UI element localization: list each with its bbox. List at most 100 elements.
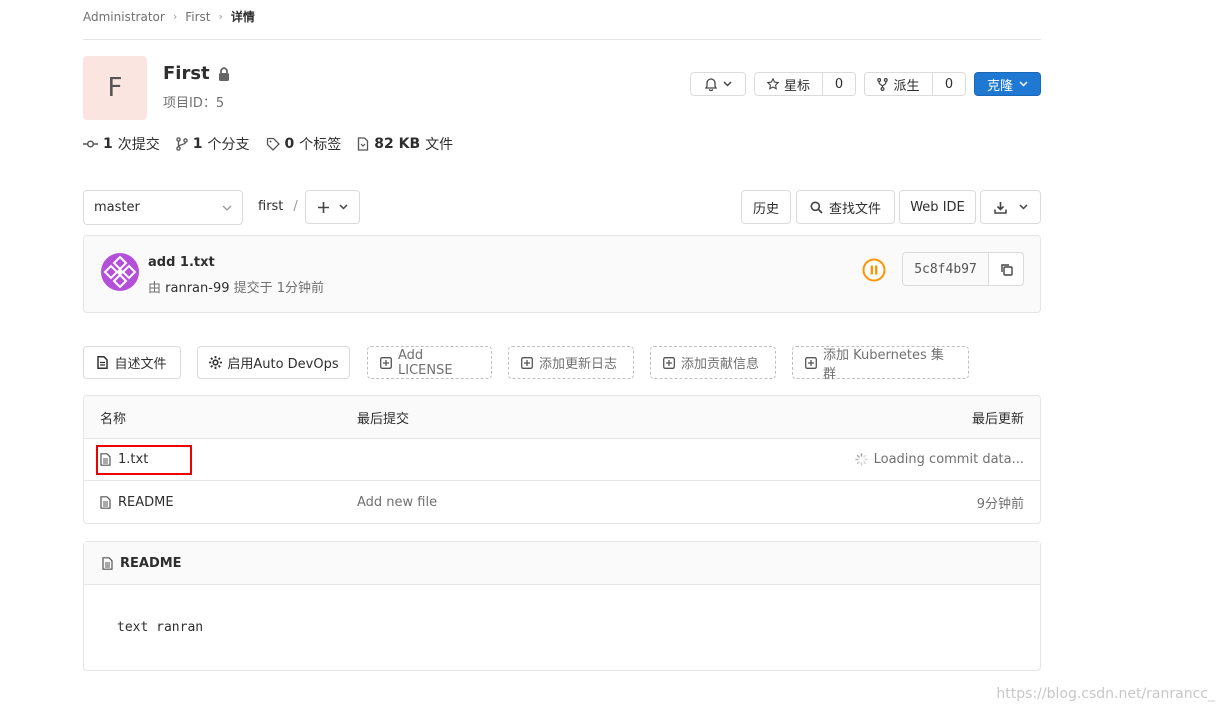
- history-button[interactable]: 历史: [741, 190, 791, 224]
- add-changelog-button[interactable]: 添加更新日志: [508, 346, 634, 379]
- fork-icon: [877, 77, 889, 91]
- readme-panel: README text ranran: [83, 541, 1041, 671]
- gear-icon: [208, 355, 223, 370]
- file-last-update: 9分钟前: [976, 496, 1024, 512]
- chevron-down-icon: [722, 81, 732, 87]
- download-dropdown[interactable]: [980, 190, 1041, 224]
- commit-sha-group: 5c8f4b97: [902, 252, 1024, 286]
- file-icon: [102, 556, 113, 570]
- chevron-down-icon: [222, 205, 232, 211]
- search-icon: [810, 201, 823, 214]
- download-icon: [993, 201, 1007, 214]
- star-count[interactable]: 0: [823, 73, 855, 95]
- star-label: 星标: [783, 78, 810, 94]
- add-contributing-label: 添加贡献信息: [681, 357, 760, 372]
- clone-button[interactable]: 克隆: [974, 72, 1041, 96]
- chevron-down-icon: [1018, 204, 1028, 210]
- path-separator: /: [293, 199, 298, 214]
- readme-shortcut-button[interactable]: 自述文件: [83, 346, 181, 379]
- user-avatar[interactable]: [100, 252, 140, 292]
- fork-count[interactable]: 0: [933, 73, 965, 95]
- add-kubernetes-button[interactable]: 添加 Kubernetes 集群: [792, 346, 969, 382]
- bell-icon: [704, 77, 717, 91]
- star-button[interactable]: 星标 0: [754, 72, 856, 96]
- find-file-button[interactable]: 查找文件: [796, 190, 895, 224]
- plus-icon: [317, 201, 329, 213]
- repo-path: first /: [258, 199, 298, 214]
- path-root-link[interactable]: first: [258, 199, 283, 214]
- divider: [83, 39, 1041, 40]
- copy-sha-button[interactable]: [989, 253, 1023, 285]
- add-contributing-button[interactable]: 添加贡献信息: [650, 346, 776, 379]
- fork-label: 派生: [893, 78, 920, 94]
- branch-select[interactable]: master: [83, 190, 243, 225]
- tag-icon: [266, 137, 280, 151]
- watermark: https://blog.csdn.net/ranrancc_: [996, 686, 1215, 702]
- last-commit-panel: [83, 235, 1041, 313]
- readme-content: text ranran: [117, 620, 204, 635]
- breadcrumb-item-first[interactable]: First: [185, 10, 210, 24]
- branches-link[interactable]: 1 个分支: [175, 134, 250, 154]
- add-file-dropdown[interactable]: [305, 190, 360, 224]
- add-kubernetes-label: 添加 Kubernetes 集群: [823, 347, 944, 382]
- col-name-header: 名称: [100, 411, 127, 427]
- breadcrumb-item-administrator[interactable]: Administrator: [83, 10, 165, 24]
- add-license-button[interactable]: Add LICENSE: [367, 346, 492, 379]
- commit-author-link[interactable]: ranran-99: [165, 281, 229, 296]
- pipeline-status-icon[interactable]: [862, 258, 886, 282]
- spinner-icon: [854, 453, 868, 466]
- readme-header: README: [84, 542, 1040, 585]
- lock-icon: [218, 66, 230, 81]
- file-table: 名称 最后提交 最后更新 1.txt Loading commit data..…: [83, 395, 1041, 524]
- files-link[interactable]: 82 KB 文件: [357, 134, 453, 154]
- tags-link[interactable]: 0 个标签: [266, 134, 341, 154]
- plus-square-icon: [663, 356, 675, 369]
- branch-select-value: master: [94, 200, 140, 215]
- branch-icon: [175, 137, 188, 151]
- file-name: README: [118, 494, 174, 510]
- breadcrumb: Administrator › First › 详情: [83, 8, 255, 25]
- project-title: First: [163, 63, 230, 84]
- file-last-commit[interactable]: Add new file: [357, 495, 437, 510]
- col-last-update-header: 最后更新: [971, 411, 1024, 427]
- auto-devops-button[interactable]: 启用Auto DevOps: [197, 346, 350, 379]
- file-link[interactable]: README: [100, 495, 174, 510]
- plus-square-icon: [380, 356, 392, 369]
- highlight-box: [96, 445, 192, 475]
- chevron-right-icon: ›: [172, 10, 178, 23]
- readme-title[interactable]: README: [120, 556, 182, 571]
- file-icon: [100, 495, 111, 509]
- commit-title[interactable]: add 1.txt: [148, 255, 215, 270]
- chevron-right-icon: ›: [218, 10, 223, 23]
- copy-icon: [1000, 263, 1013, 276]
- fork-button[interactable]: 派生 0: [864, 72, 966, 96]
- find-file-label: 查找文件: [828, 201, 881, 217]
- add-license-label: Add LICENSE: [398, 347, 453, 378]
- project-avatar: F: [83, 56, 147, 120]
- breadcrumb-current[interactable]: 详情: [231, 8, 255, 25]
- table-row[interactable]: README Add new file 9分钟前: [84, 481, 1040, 523]
- plus-square-icon: [805, 356, 817, 369]
- chevron-down-icon: [1019, 81, 1028, 87]
- table-row[interactable]: 1.txt Loading commit data...: [84, 439, 1040, 481]
- chevron-down-icon: [338, 204, 348, 210]
- doc-icon: [97, 356, 109, 369]
- col-last-commit-header: 最后提交: [357, 411, 410, 427]
- star-icon: [766, 78, 779, 90]
- project-stats: 1 次提交 1 个分支 0 个标签 82 KB 文件: [83, 134, 453, 154]
- commit-sha[interactable]: 5c8f4b97: [903, 253, 988, 285]
- project-id: 项目ID：5: [163, 96, 225, 111]
- auto-devops-label: 启用Auto DevOps: [227, 357, 339, 372]
- commit-author-line: 由 ranran-99 提交于 1分钟前: [148, 281, 325, 296]
- readme-shortcut-label: 自述文件: [114, 357, 167, 372]
- file-last-update: Loading commit data...: [854, 452, 1024, 467]
- commit-time: 提交于 1分钟前: [233, 281, 325, 296]
- commit-icon: [83, 139, 98, 149]
- commits-link[interactable]: 1 次提交: [83, 134, 160, 154]
- project-name[interactable]: First: [163, 63, 210, 84]
- table-header: 名称 最后提交 最后更新: [84, 396, 1040, 439]
- web-ide-button[interactable]: Web IDE: [899, 190, 976, 224]
- plus-square-icon: [521, 356, 533, 369]
- add-changelog-label: 添加更新日志: [539, 357, 618, 372]
- notification-button[interactable]: [690, 72, 746, 96]
